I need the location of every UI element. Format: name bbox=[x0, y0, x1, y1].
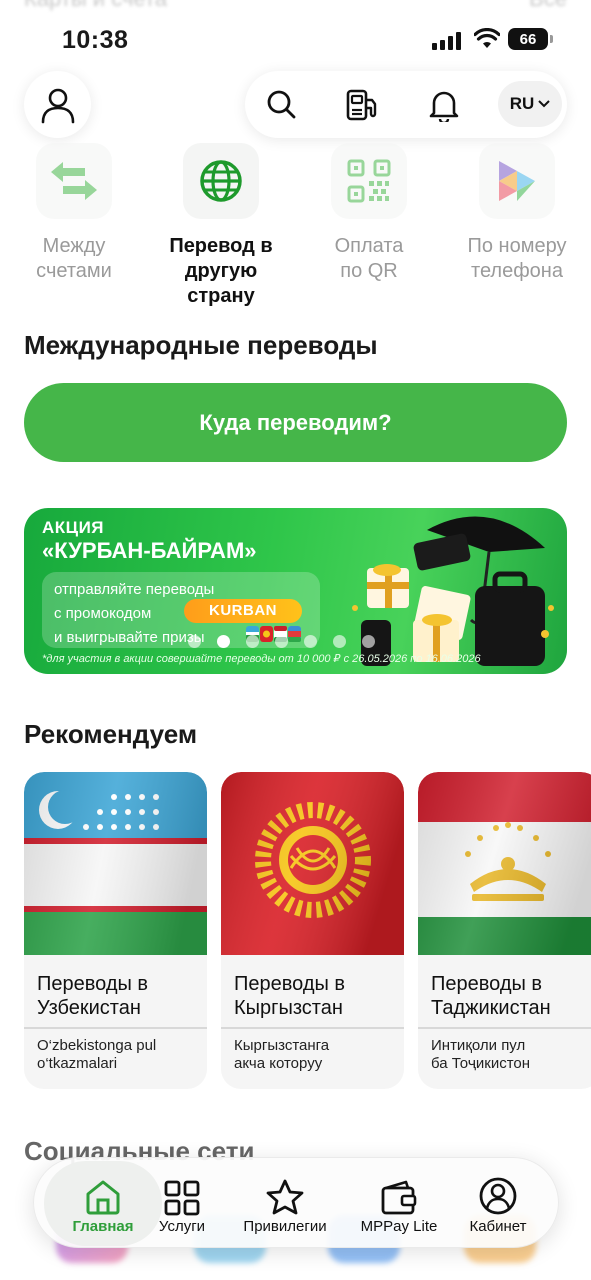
card-title: Переводы в bbox=[431, 973, 543, 995]
fuel-station-icon[interactable] bbox=[345, 88, 381, 122]
promo-gifts-illustration bbox=[352, 516, 554, 666]
quick-action-international-transfer[interactable]: Перевод в другую страну bbox=[151, 143, 291, 309]
tab-services[interactable]: Услуги bbox=[144, 1158, 220, 1249]
card-divider bbox=[221, 1027, 404, 1029]
tab-mppay-lite[interactable]: MPPay Lite bbox=[354, 1158, 444, 1249]
scrolled-section-header: Карты и счета Все bbox=[24, 0, 567, 16]
pagination-dot[interactable] bbox=[217, 635, 230, 648]
quick-action-label: По номеру bbox=[467, 235, 567, 257]
tab-label: Кабинет bbox=[469, 1218, 527, 1235]
card-subtitle: акча которуу bbox=[234, 1055, 323, 1072]
account-circle-icon bbox=[479, 1177, 517, 1215]
uzbekistan-flag bbox=[24, 772, 207, 955]
quick-action-label: Оплата bbox=[334, 235, 404, 257]
language-code: RU bbox=[509, 94, 535, 113]
wallet-icon bbox=[381, 1180, 417, 1215]
chevron-down-icon bbox=[538, 100, 550, 108]
app-screen: Карты и счета Все 10:38 66 bbox=[0, 0, 591, 1280]
card-subtitle: O‘zbekistonga pul bbox=[37, 1037, 157, 1054]
user-icon bbox=[41, 88, 74, 123]
quick-action-label: телефона bbox=[471, 260, 563, 282]
quick-action-between-accounts[interactable]: Между счетами bbox=[4, 143, 144, 284]
card-subtitle: Кыргызстанга bbox=[234, 1037, 330, 1054]
tile-phone-transfer bbox=[479, 143, 555, 219]
battery-level: 66 bbox=[519, 30, 537, 48]
promo-banner[interactable]: АКЦИЯ «КУРБАН-БАЙРАМ» отправляйте перево… bbox=[24, 508, 567, 674]
quick-action-phone-transfer[interactable]: По номеру телефона bbox=[447, 143, 587, 284]
tajikistan-flag bbox=[418, 772, 591, 955]
card-title: Переводы в bbox=[234, 973, 346, 995]
tab-label: Привилегии bbox=[243, 1218, 327, 1235]
fast-payments-icon bbox=[499, 161, 535, 201]
qr-code-icon bbox=[347, 159, 391, 203]
grid-icon bbox=[164, 1180, 200, 1216]
card-subtitle: Интиқоли пул bbox=[431, 1037, 526, 1054]
globe-icon bbox=[200, 160, 242, 202]
profile-button[interactable] bbox=[24, 71, 91, 138]
tile-qr-payment bbox=[331, 143, 407, 219]
section-title-cards: Карты и счета bbox=[24, 0, 167, 16]
recommended-card-kyrgyzstan[interactable]: Переводы в Кыргызстан Кыргызстанга акча ко… bbox=[221, 772, 404, 1089]
tile-international-transfer bbox=[183, 143, 259, 219]
card-subtitle: o‘tkazmalari bbox=[37, 1055, 118, 1072]
tab-label: MPPay Lite bbox=[360, 1218, 438, 1235]
kyrgyzstan-flag bbox=[221, 772, 404, 955]
where-to-transfer-button[interactable]: Куда переводим? bbox=[24, 383, 567, 462]
banner-fine-print: *для участия в акции совершайте переводы… bbox=[42, 653, 481, 665]
banner-pagination bbox=[188, 635, 375, 648]
tab-cabinet[interactable]: Кабинет bbox=[462, 1158, 534, 1249]
banner-title: «КУРБАН-БАЙРАМ» bbox=[42, 538, 257, 563]
card-divider bbox=[418, 1027, 591, 1029]
transfer-arrows-icon bbox=[51, 162, 97, 200]
banner-kicker: АКЦИЯ bbox=[42, 518, 105, 537]
pagination-dot[interactable] bbox=[188, 635, 201, 648]
star-icon bbox=[266, 1179, 304, 1215]
search-icon[interactable] bbox=[265, 88, 297, 120]
bottom-tab-bar: Главная Услуги Привилегии MPPay Lite Каб… bbox=[33, 1157, 559, 1248]
quick-action-label: Между bbox=[42, 235, 106, 257]
quick-action-label: другую страну bbox=[184, 260, 258, 307]
quick-action-label: счетами bbox=[36, 260, 112, 282]
card-divider bbox=[24, 1027, 207, 1029]
pagination-dot[interactable] bbox=[362, 635, 375, 648]
card-title: Узбекистан bbox=[37, 997, 141, 1019]
section-title-international: Международные переводы bbox=[24, 330, 378, 360]
tab-label: Услуги bbox=[158, 1218, 206, 1235]
bell-icon[interactable] bbox=[428, 88, 460, 122]
battery-indicator: 66 bbox=[508, 28, 553, 50]
quick-action-label: по QR bbox=[340, 260, 398, 282]
pagination-dot[interactable] bbox=[304, 635, 317, 648]
see-all-link[interactable]: Все bbox=[529, 0, 567, 16]
status-bar: 10:38 66 bbox=[0, 22, 591, 58]
cellular-signal-icon bbox=[432, 32, 461, 50]
home-icon bbox=[86, 1180, 120, 1215]
top-actions-bar: RU bbox=[245, 71, 567, 138]
tab-home[interactable]: Главная bbox=[44, 1158, 162, 1249]
quick-action-label: Перевод в bbox=[169, 235, 273, 257]
pagination-dot[interactable] bbox=[333, 635, 346, 648]
card-title: Таджикистан bbox=[431, 997, 551, 1019]
pagination-dot[interactable] bbox=[275, 635, 288, 648]
recommended-card-tajikistan[interactable]: Переводы в Таджикистан Интиқоли пул ба Тоҷ… bbox=[418, 772, 591, 1089]
quick-action-qr-payment[interactable]: Оплата по QR bbox=[299, 143, 439, 284]
tile-between-accounts bbox=[36, 143, 112, 219]
card-subtitle: ба Тоҷикистон bbox=[431, 1055, 531, 1072]
pagination-dot[interactable] bbox=[246, 635, 259, 648]
section-title-recommended: Рекомендуем bbox=[24, 719, 198, 749]
recommended-card-uzbekistan[interactable]: Переводы в Узбекистан O‘zbekistonga pul o‘… bbox=[24, 772, 207, 1089]
tab-label: Главная bbox=[72, 1218, 134, 1235]
card-title: Кыргызстан bbox=[234, 997, 343, 1019]
card-title: Переводы в bbox=[37, 973, 149, 995]
tab-privileges[interactable]: Привилегии bbox=[236, 1158, 334, 1249]
language-selector[interactable]: RU bbox=[498, 81, 562, 127]
promo-code-badge: KURBAN bbox=[184, 599, 302, 623]
wifi-icon bbox=[474, 28, 500, 48]
clock: 10:38 bbox=[62, 26, 129, 54]
